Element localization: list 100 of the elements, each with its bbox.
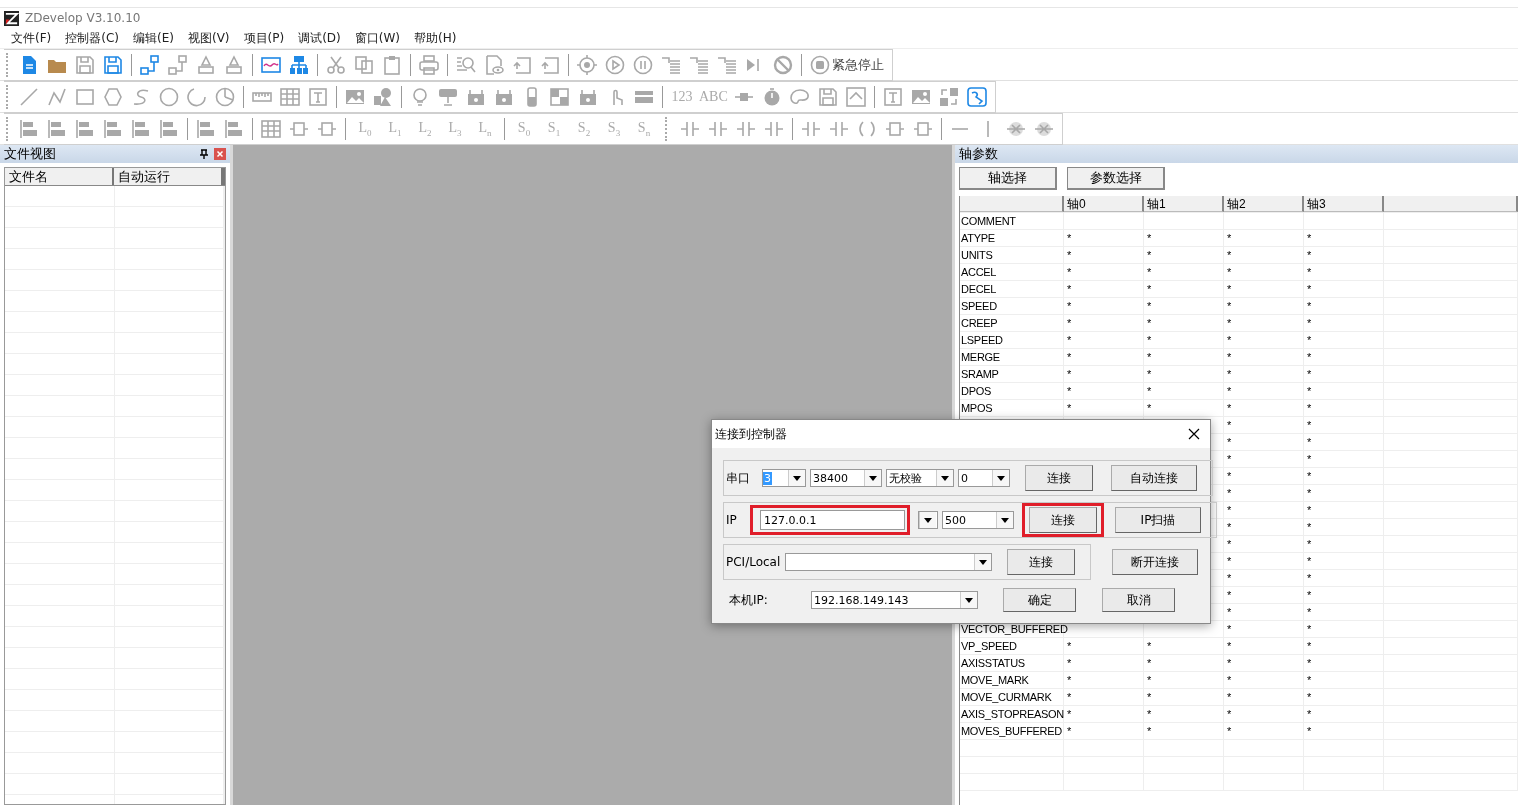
table-cell: * — [1304, 230, 1384, 246]
table-cell: * — [1144, 247, 1224, 263]
button[interactable]: 取消 — [1102, 588, 1175, 612]
table-cell: * — [1304, 264, 1384, 280]
column-header[interactable]: 文件名 — [5, 168, 114, 185]
table-cell: * — [1304, 638, 1384, 654]
table-cell: * — [1144, 706, 1224, 722]
table-cell: * — [1304, 468, 1384, 484]
table-cell: * — [1304, 383, 1384, 399]
table-cell: * — [1224, 332, 1304, 348]
table-cell: * — [1304, 247, 1384, 263]
table-cell: * — [1144, 332, 1224, 348]
table-cell: * — [1064, 264, 1144, 280]
dropdown-value: 3 — [763, 471, 772, 485]
dropdown[interactable]: 500 — [942, 511, 1014, 529]
chart-icon[interactable] — [261, 54, 281, 75]
table-cell: * — [1304, 553, 1384, 569]
panel-title: 轴参数 — [959, 145, 999, 163]
table-cell: * — [1064, 638, 1144, 654]
table-cell: * — [1064, 349, 1144, 365]
table-cell: UNITS — [960, 247, 1064, 263]
table-cell: * — [1224, 689, 1304, 705]
table-cell: CREEP — [960, 315, 1064, 331]
table-cell: * — [1304, 349, 1384, 365]
table-cell: * — [1304, 281, 1384, 297]
menu-item[interactable]: 调试(D) — [291, 29, 348, 47]
table-cell: * — [1144, 383, 1224, 399]
button[interactable]: 断开连接 — [1112, 549, 1198, 575]
table-cell: * — [1144, 689, 1224, 705]
menu-item[interactable]: 帮助(H) — [407, 29, 464, 47]
column-header[interactable]: 轴0 — [1064, 196, 1144, 212]
table-cell: * — [1304, 519, 1384, 535]
table-cell: * — [1304, 655, 1384, 671]
table-cell: * — [1224, 519, 1304, 535]
dropdown[interactable]: 192.168.149.143 — [811, 591, 978, 609]
column-header[interactable]: 轴2 — [1224, 196, 1304, 212]
table-cell: * — [1064, 723, 1144, 739]
table-cell: * — [1144, 400, 1224, 416]
table-cell: DECEL — [960, 281, 1064, 297]
table-cell: * — [1144, 655, 1224, 671]
button[interactable]: IP扫描 — [1115, 507, 1201, 533]
table-cell: * — [1064, 230, 1144, 246]
dropdown[interactable]: 0 — [958, 469, 1010, 487]
table-cell: * — [1224, 383, 1304, 399]
button[interactable]: 连接 — [1029, 507, 1097, 533]
table-cell: * — [1224, 706, 1304, 722]
menu-item[interactable]: 视图(V) — [180, 29, 237, 47]
table-cell: * — [1304, 502, 1384, 518]
table-cell: * — [1224, 264, 1304, 280]
dropdown-value: 0 — [960, 471, 969, 485]
network-icon[interactable] — [140, 54, 160, 75]
table-cell: SRAMP — [960, 366, 1064, 382]
table-cell: * — [1224, 638, 1304, 654]
table-cell: * — [1224, 230, 1304, 246]
table-cell: * — [1304, 332, 1384, 348]
table-cell: * — [1224, 621, 1304, 637]
dropdown-value: 无校验 — [888, 470, 923, 486]
pin-icon[interactable] — [200, 149, 208, 159]
table-cell: * — [1224, 587, 1304, 603]
table-cell: * — [1304, 672, 1384, 688]
table-cell: * — [1224, 655, 1304, 671]
table-cell: AXIS_STOPREASON — [960, 706, 1064, 722]
table-cell: * — [1224, 553, 1304, 569]
table-cell: * — [1304, 400, 1384, 416]
menu-item[interactable]: 文件(F) — [4, 29, 59, 47]
table-cell: * — [1304, 723, 1384, 739]
hierarchy-icon[interactable] — [289, 54, 309, 75]
table-cell: * — [1304, 315, 1384, 331]
emergency-stop-button[interactable]: 紧急停止 — [806, 51, 888, 78]
table-cell: * — [1144, 264, 1224, 280]
button[interactable]: 确定 — [1003, 588, 1076, 612]
table-cell: * — [1224, 672, 1304, 688]
column-header[interactable]: 轴1 — [1144, 196, 1224, 212]
table-cell: VP_SPEED — [960, 638, 1064, 654]
table-cell: * — [1144, 298, 1224, 314]
field-label: PCI/Local — [726, 555, 781, 569]
table-cell: * — [1224, 298, 1304, 314]
dropdown[interactable]: 38400 — [810, 469, 882, 487]
button-label: 紧急停止 — [832, 55, 884, 74]
button[interactable]: 自动连接 — [1111, 465, 1197, 491]
table-cell: * — [1304, 604, 1384, 620]
button[interactable]: 连接 — [1007, 549, 1075, 575]
table-cell: MOVE_MARK — [960, 672, 1064, 688]
table-cell: * — [1304, 621, 1384, 637]
column-header[interactable]: 自动运行 — [114, 168, 223, 185]
button[interactable]: 轴选择 — [959, 167, 1057, 190]
input-field[interactable]: 127.0.0.1 — [760, 510, 905, 530]
table-cell: MPOS — [960, 400, 1064, 416]
menu-item[interactable]: 窗口(W) — [347, 29, 407, 47]
table-cell: * — [1224, 723, 1304, 739]
menu-item[interactable]: 编辑(E) — [126, 29, 181, 47]
menu-item[interactable]: 项目(P) — [236, 29, 292, 47]
button[interactable]: 参数选择 — [1067, 167, 1165, 190]
dropdown[interactable]: 无校验 — [886, 469, 954, 487]
column-header[interactable]: 轴3 — [1304, 196, 1384, 212]
close-icon[interactable] — [1188, 428, 1200, 440]
app-logo-icon — [4, 10, 19, 26]
menu-item[interactable]: 控制器(C) — [58, 29, 126, 47]
button[interactable]: 连接 — [1025, 465, 1093, 491]
table-cell: * — [1064, 298, 1144, 314]
